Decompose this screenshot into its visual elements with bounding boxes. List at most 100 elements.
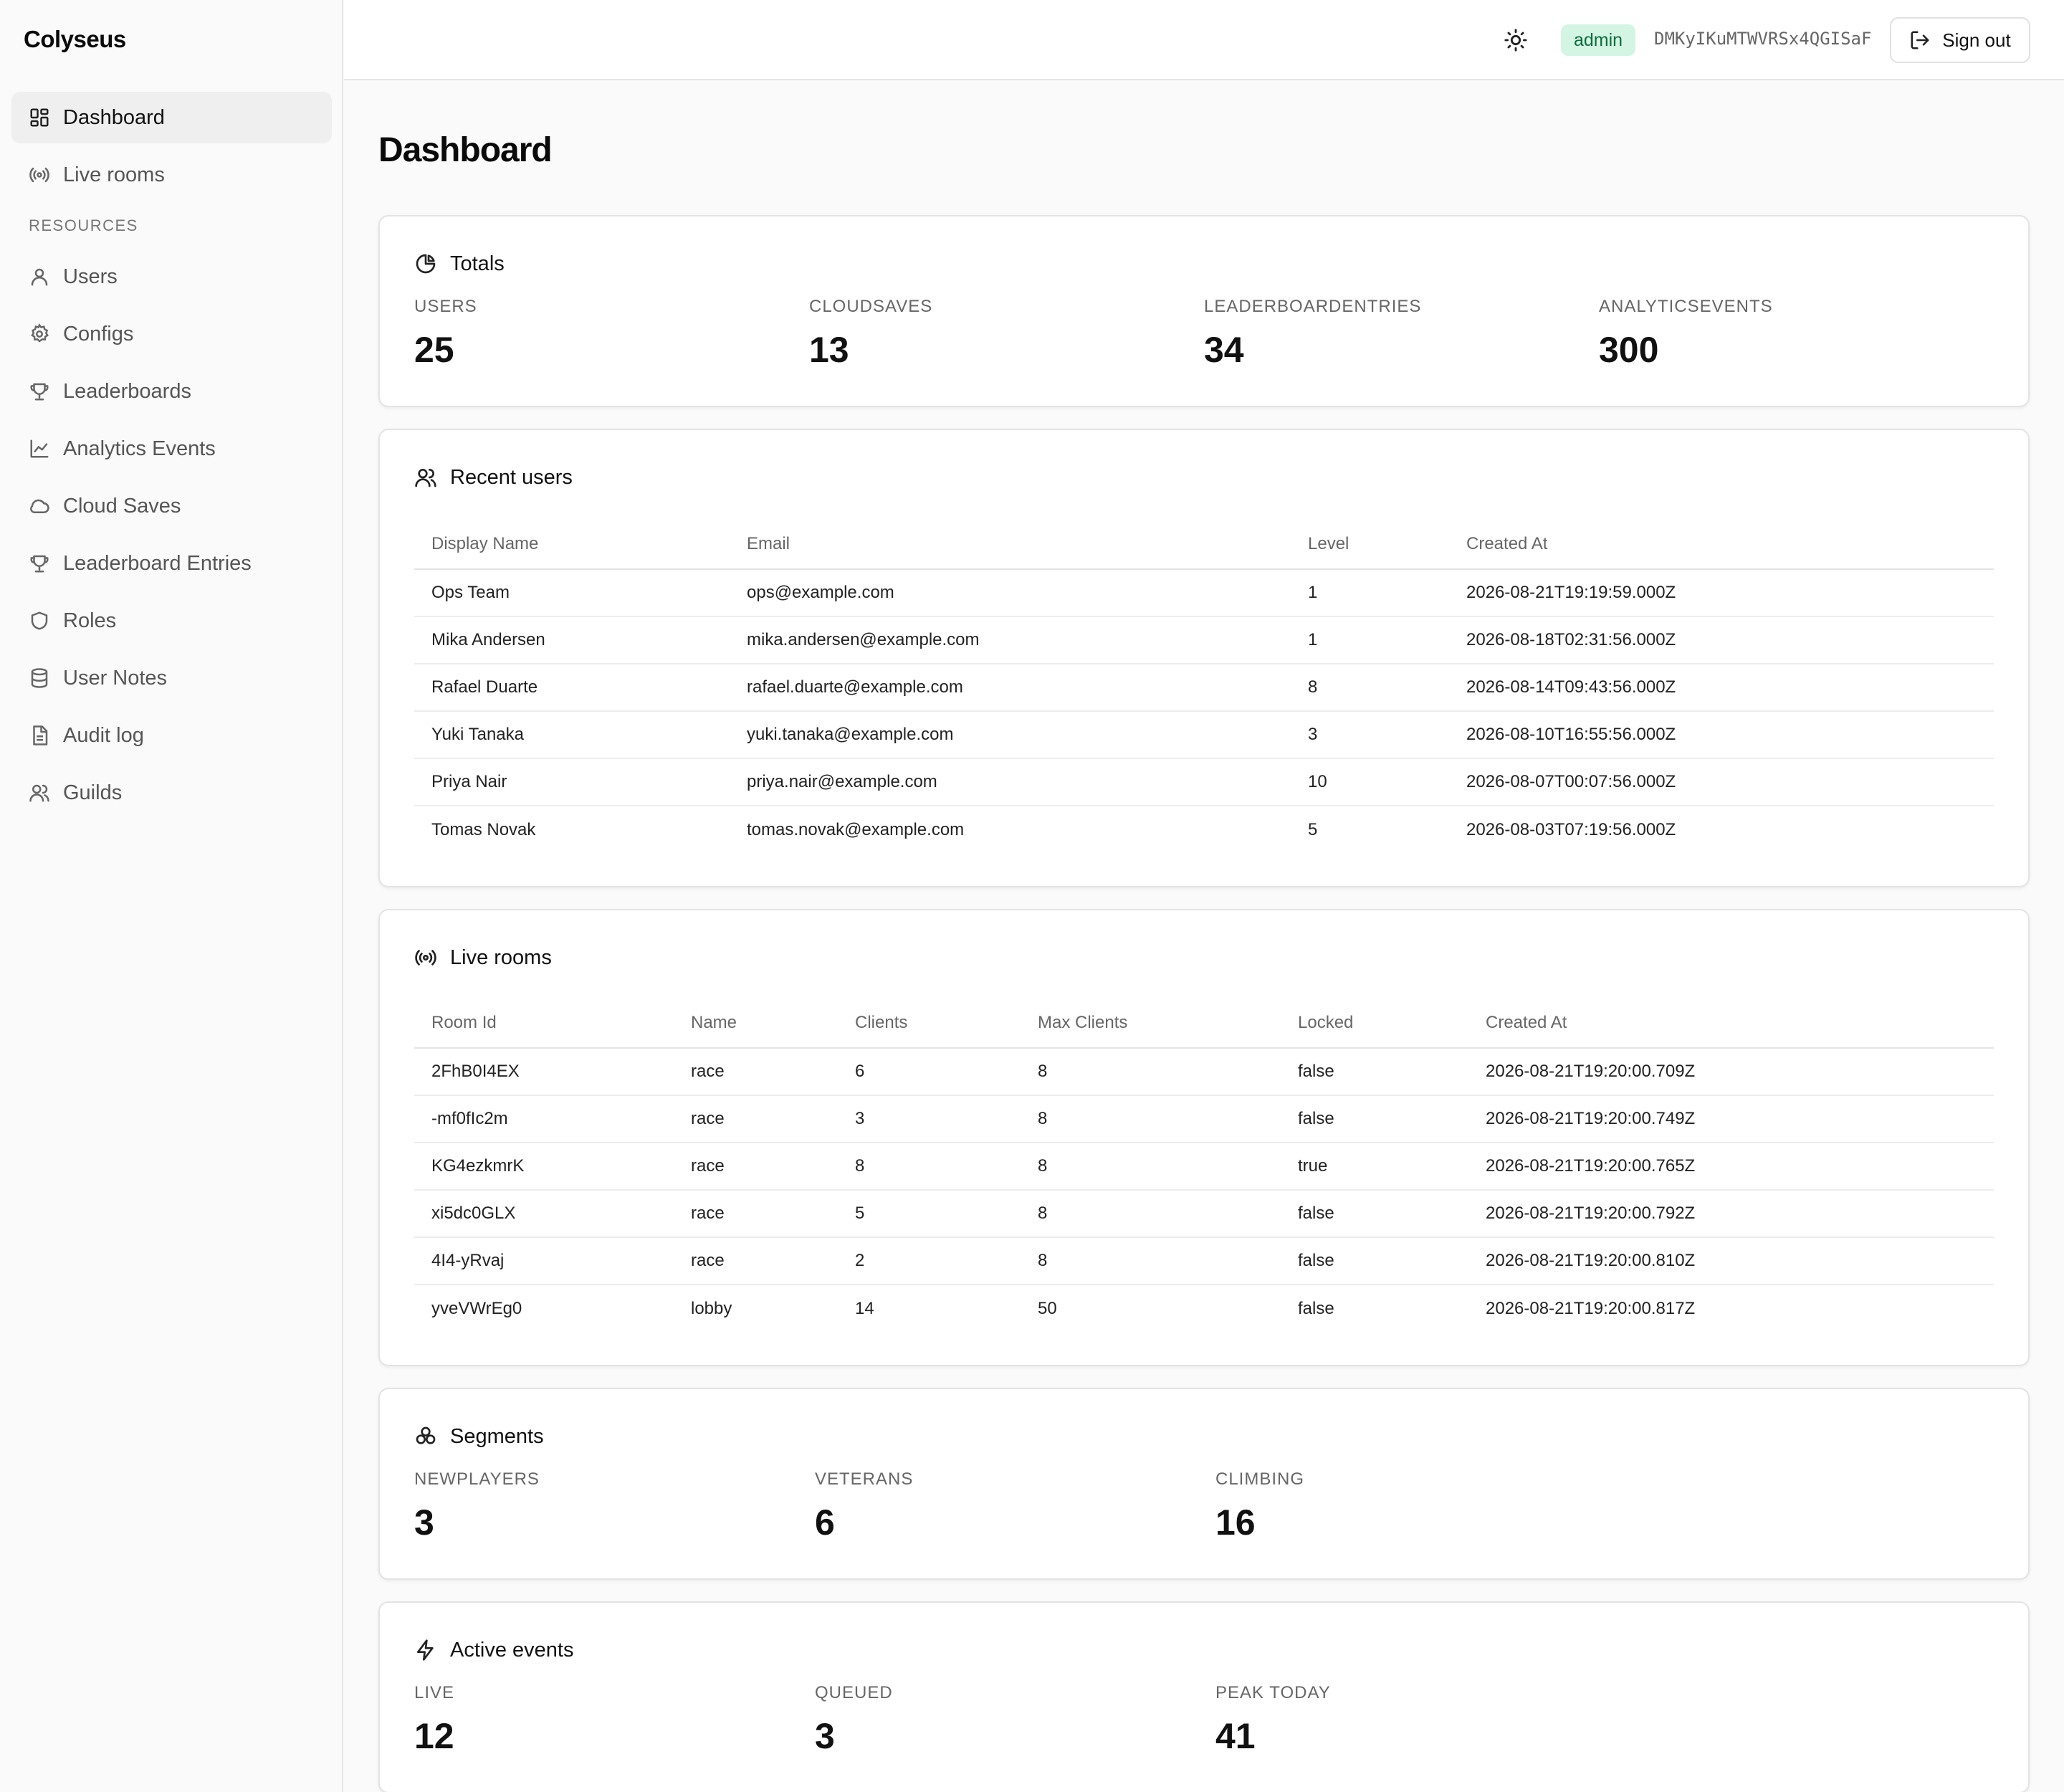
table-cell: false: [1281, 1095, 1468, 1143]
table-cell: tomas.novak@example.com: [747, 819, 965, 839]
table-cell: false: [1281, 1048, 1468, 1096]
column-header[interactable]: Level: [1291, 519, 1449, 570]
table-row[interactable]: xi5dc0GLX race 5 8 false 2026-08-21T19:20:00.…: [414, 1190, 1994, 1238]
sidebar-item-live-rooms[interactable]: Live rooms: [11, 149, 332, 201]
brand-logo-text[interactable]: Colyseus: [24, 26, 126, 53]
table-row[interactable]: Mika Andersen mika.andersen@example.com 1 2…: [414, 616, 1994, 664]
table-cell: 6: [838, 1048, 1021, 1096]
table-cell: 2026-08-18T02:31:56.000Z: [1449, 616, 1994, 664]
table-row[interactable]: Yuki Tanaka yuki.tanaka@example.com 3 2026-…: [414, 711, 1994, 759]
database-icon: [29, 667, 50, 689]
table-header-row: Display Name Email Level Created At: [414, 519, 1994, 570]
theme-toggle-button[interactable]: [1501, 26, 1530, 54]
table-cell: 1: [1291, 569, 1449, 617]
table-row[interactable]: Priya Nair priya.nair@example.com 10 2026-0…: [414, 758, 1994, 806]
trophy-icon: [29, 381, 50, 402]
card-title-label: Active events: [450, 1638, 574, 1662]
table-cell: 8: [1021, 1143, 1281, 1191]
table-cell: 2026-08-14T09:43:56.000Z: [1449, 664, 1994, 712]
table-cell: 2026-08-21T19:20:00.749Z: [1468, 1095, 1994, 1143]
cloud-icon: [29, 495, 50, 517]
stat-value: 12: [414, 1716, 454, 1756]
stat-value: 34: [1204, 330, 1244, 370]
sidebar-item-users[interactable]: Users: [11, 251, 332, 302]
sidebar-item-label: Dashboard: [63, 105, 165, 129]
table-cell: ops@example.com: [730, 569, 1291, 617]
table-cell: Priya Nair: [414, 758, 730, 806]
card-title-label: Segments: [450, 1424, 544, 1448]
column-header[interactable]: Room Id: [414, 998, 674, 1049]
gear-icon: [29, 323, 50, 345]
broadcast-icon: [29, 164, 50, 186]
table-cell: priya.nair@example.com: [730, 758, 1291, 806]
sidebar-nav: Dashboard Live rooms RESOURCES Users Con…: [11, 92, 332, 824]
stat-label: CLIMBING: [1215, 1469, 1305, 1489]
segments-stats: NEWPLAYERS 3 VETERANS 6 CLIMBING 16: [414, 1469, 1994, 1544]
table-cell: race: [674, 1143, 838, 1191]
card-title: Segments: [414, 1424, 1994, 1449]
table-cell: KG4ezkmrK: [414, 1143, 674, 1191]
sidebar-item-label: Users: [63, 264, 118, 288]
sidebar-item-user-notes[interactable]: User Notes: [11, 652, 332, 704]
recent-users-table: Display Name Email Level Created At Ops …: [414, 519, 1994, 853]
stat-leaderboardentries: LEADERBOARDENTRIES 34: [1204, 297, 1599, 371]
sidebar-item-configs[interactable]: Configs: [11, 308, 332, 360]
table-cell: -mf0fIc2m: [414, 1095, 674, 1143]
column-header[interactable]: Email: [730, 519, 1291, 570]
table-cell: lobby: [691, 1298, 732, 1318]
table-row[interactable]: KG4ezkmrK race 8 8 true 2026-08-21T19:20:00.7…: [414, 1143, 1994, 1191]
table-row[interactable]: -mf0fIc2m race 3 8 false 2026-08-21T19:20:00.…: [414, 1095, 1994, 1143]
lightning-icon: [414, 1639, 437, 1662]
column-header[interactable]: Display Name: [414, 519, 730, 570]
table-header-row: Room Id Name Clients Max Clients Locked …: [414, 998, 1994, 1049]
stat-value: 16: [1215, 1502, 1256, 1543]
column-header[interactable]: Locked: [1281, 998, 1468, 1049]
stat-label: QUEUED: [815, 1683, 893, 1702]
table-row[interactable]: Tomas Novak tomas.novak@example.com 5 2026-…: [414, 806, 1994, 853]
sidebar-item-leaderboards[interactable]: Leaderboards: [11, 366, 332, 417]
table-row[interactable]: yveVWrEg0 lobby 14 50 false 2026-08-21T19:20:…: [414, 1285, 1994, 1332]
column-header[interactable]: Created At: [1468, 998, 1994, 1049]
recent-users-body: Ops Team ops@example.com 1 2026-08-21T19:19…: [414, 569, 1994, 853]
sidebar-item-roles[interactable]: Roles: [11, 595, 332, 647]
sidebar-item-analytics-events[interactable]: Analytics Events: [11, 423, 332, 475]
table-cell: true: [1281, 1143, 1468, 1191]
stat-cloudsaves: CLOUDSAVES 13: [809, 297, 1204, 371]
column-header[interactable]: Name: [674, 998, 838, 1049]
table-cell: 2026-08-21T19:20:00.709Z: [1468, 1048, 1994, 1096]
table-row[interactable]: Rafael Duarte rafael.duarte@example.com 8 2…: [414, 664, 1994, 712]
sidebar-item-label: Guilds: [63, 781, 123, 804]
table-cell: 2026-08-21T19:19:59.000Z: [1449, 569, 1994, 617]
page-title: Dashboard: [378, 131, 553, 169]
sidebar-item-cloud-saves[interactable]: Cloud Saves: [11, 480, 332, 532]
stat-analyticsevents: ANALYTICSEVENTS 300: [1599, 297, 1994, 371]
stat-value: 3: [815, 1716, 835, 1756]
sign-out-button[interactable]: Sign out: [1890, 17, 2030, 63]
sidebar-item-audit-log[interactable]: Audit log: [11, 710, 332, 761]
column-header[interactable]: Created At: [1449, 519, 1994, 570]
table-cell: 2026-08-03T07:19:56.000Z: [1466, 819, 1676, 839]
stat-label: VETERANS: [815, 1469, 914, 1489]
table-row[interactable]: 4I4-yRvaj race 2 8 false 2026-08-21T19:20:00.…: [414, 1237, 1994, 1285]
sidebar-item-guilds[interactable]: Guilds: [11, 767, 332, 819]
column-header[interactable]: Max Clients: [1021, 998, 1281, 1049]
table-cell: 2026-08-21T19:20:00.765Z: [1468, 1143, 1994, 1191]
table-cell: Ops Team: [414, 569, 730, 617]
column-header[interactable]: Clients: [838, 998, 1021, 1049]
sidebar-item-dashboard[interactable]: Dashboard: [11, 92, 332, 143]
card-title: Recent users: [414, 464, 1994, 490]
stat-label: NEWPLAYERS: [414, 1469, 540, 1489]
stat-label: USERS: [414, 297, 477, 316]
table-cell: 1: [1291, 616, 1449, 664]
table-cell: false: [1281, 1190, 1468, 1238]
recent-users-card: Recent users Display Name Email Level Cr…: [378, 429, 2030, 887]
table-row[interactable]: 2FhB0I4EX race 6 8 false 2026-08-21T19:20:00.…: [414, 1048, 1994, 1096]
pie-chart-icon: [414, 252, 437, 275]
table-cell: race: [674, 1048, 838, 1096]
table-cell: 2026-08-21T19:20:00.817Z: [1486, 1298, 1696, 1318]
sidebar-item-label: Configs: [63, 322, 134, 345]
live-rooms-card: Live rooms Room Id Name Clients Max Clie…: [378, 909, 2030, 1366]
table-row[interactable]: Ops Team ops@example.com 1 2026-08-21T19:19…: [414, 569, 1994, 617]
main-content: Dashboard Totals USERS 25 CLOUDSAVES 13 …: [378, 80, 2030, 1792]
sidebar-item-leaderboard-entries[interactable]: Leaderboard Entries: [11, 538, 332, 589]
